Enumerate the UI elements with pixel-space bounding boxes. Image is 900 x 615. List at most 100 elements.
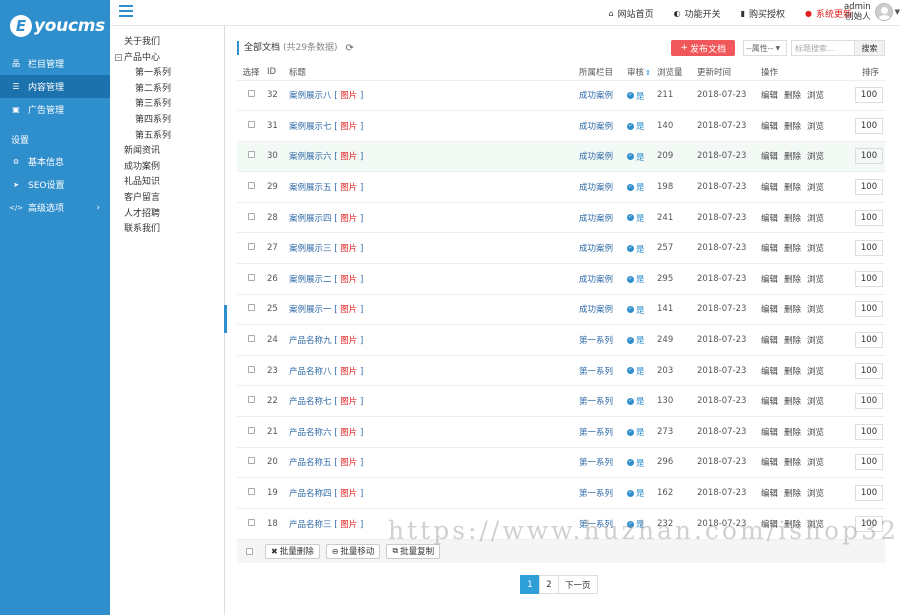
tree-item[interactable]: 礼品知识 [110,175,224,191]
row-checkbox[interactable] [247,518,255,526]
edit-link[interactable]: 编辑 [761,428,778,438]
edit-link[interactable]: 编辑 [761,244,778,254]
sort-order-input[interactable]: 100 [855,393,883,410]
attribute-select[interactable]: --属性-- ▼ [743,40,787,56]
view-link[interactable]: 浏览 [807,305,824,315]
logo[interactable]: E youcms [0,0,110,52]
tree-item[interactable]: 第五系列 [110,129,224,145]
delete-link[interactable]: 删除 [784,428,801,438]
edit-link[interactable]: 编辑 [761,152,778,162]
audit-status[interactable]: ✓ 是 [627,426,645,438]
select-all-checkbox[interactable] [246,547,253,555]
tree-item[interactable]: 第四系列 [110,113,224,129]
row-title-link[interactable]: 案例展示一 [289,305,332,315]
row-category[interactable]: 成功案例 [577,171,625,203]
row-checkbox[interactable] [247,90,255,98]
sort-icon[interactable]: ⇕ [645,69,651,77]
view-link[interactable]: 浏览 [807,152,824,162]
audit-status[interactable]: ✓ 是 [627,212,645,224]
audit-status[interactable]: ✓ 是 [627,487,645,499]
delete-link[interactable]: 删除 [784,275,801,285]
sort-order-input[interactable]: 100 [855,179,883,196]
sort-order-input[interactable]: 100 [855,454,883,471]
view-link[interactable]: 浏览 [807,275,824,285]
sidebar-item-0[interactable]: 品栏目管理 [0,52,110,75]
audit-status[interactable]: ✓ 是 [627,457,645,469]
chevron-down-icon[interactable]: ▼ [895,8,900,16]
delete-link[interactable]: 删除 [784,458,801,468]
delete-link[interactable]: 删除 [784,520,801,530]
delete-link[interactable]: 删除 [784,305,801,315]
delete-link[interactable]: 删除 [784,489,801,499]
row-checkbox[interactable] [247,335,255,343]
row-category[interactable]: 成功案例 [577,232,625,264]
delete-link[interactable]: 删除 [784,367,801,377]
edit-link[interactable]: 编辑 [761,336,778,346]
audit-status[interactable]: ✓ 是 [627,151,645,163]
tree-item[interactable]: 联系我们 [110,222,224,238]
delete-link[interactable]: 删除 [784,183,801,193]
delete-link[interactable]: 删除 [784,91,801,101]
edit-link[interactable]: 编辑 [761,214,778,224]
row-category[interactable]: 第一系列 [577,354,625,386]
user-menu[interactable]: admin 创始人 ▼ [844,2,900,22]
sidebar-settings-item-0[interactable]: ⚙ 基本信息 [0,150,110,173]
header-audit[interactable]: 审核⇕ [625,65,655,80]
audit-status[interactable]: ✓ 是 [627,395,645,407]
view-link[interactable]: 浏览 [807,520,824,530]
delete-link[interactable]: 删除 [784,397,801,407]
row-title-link[interactable]: 产品名称九 [289,336,332,346]
edit-link[interactable]: 编辑 [761,397,778,407]
row-category[interactable]: 第一系列 [577,477,625,509]
collapse-icon[interactable]: − [115,53,122,61]
topbar-link-2[interactable]: ▮ 购买授权 [741,7,785,20]
row-checkbox[interactable] [247,304,255,312]
edit-link[interactable]: 编辑 [761,275,778,285]
row-checkbox[interactable] [247,120,255,128]
page-button-1[interactable]: 1 [520,575,540,594]
sort-order-input[interactable]: 100 [855,270,883,287]
tree-item[interactable]: 第三系列 [110,97,224,113]
audit-status[interactable]: ✓ 是 [627,90,645,102]
tree-item[interactable]: 第二系列 [110,82,224,98]
view-link[interactable]: 浏览 [807,214,824,224]
edit-link[interactable]: 编辑 [761,367,778,377]
sort-order-input[interactable]: 100 [855,485,883,502]
view-link[interactable]: 浏览 [807,336,824,346]
row-title-link[interactable]: 产品名称六 [289,428,332,438]
row-category[interactable]: 成功案例 [577,79,625,111]
tree-item[interactable]: 人才招聘 [110,207,224,223]
bulk-delete-button[interactable]: ✖ 批量删除 [265,543,320,559]
row-checkbox[interactable] [247,212,255,220]
tree-item[interactable]: 成功案例 [110,160,224,176]
sort-order-input[interactable]: 100 [855,209,883,226]
tree-item[interactable]: 第一系列 [110,66,224,82]
row-title-link[interactable]: 案例展示五 [289,183,332,193]
avatar[interactable] [874,3,893,21]
sort-order-input[interactable]: 100 [855,87,883,104]
row-title-link[interactable]: 产品名称七 [289,397,332,407]
audit-status[interactable]: ✓ 是 [627,243,645,255]
audit-status[interactable]: ✓ 是 [627,304,645,316]
row-title-link[interactable]: 案例展示三 [289,244,332,254]
bulk-move-button[interactable]: ⊖ 批量移动 [325,543,381,559]
edit-link[interactable]: 编辑 [761,183,778,193]
panel-splitter-handle[interactable] [224,305,227,333]
row-title-link[interactable]: 案例展示二 [289,275,332,285]
audit-status[interactable]: ✓ 是 [627,518,645,530]
audit-status[interactable]: ✓ 是 [627,273,645,285]
page-button-2[interactable]: 2 [539,575,559,594]
sidebar-settings-item-1[interactable]: ➤ SEO设置 [0,173,110,196]
tree-item[interactable]: − 产品中心 [110,51,224,67]
edit-link[interactable]: 编辑 [761,122,778,132]
row-checkbox[interactable] [247,273,255,281]
tree-item[interactable]: 关于我们 [110,35,224,51]
publish-button[interactable]: + 发布文档 [671,40,735,56]
row-checkbox[interactable] [247,365,255,373]
sidebar-item-2[interactable]: ▣ 广告管理 [0,98,110,121]
sort-order-input[interactable]: 100 [855,117,883,134]
sort-order-input[interactable]: 100 [855,148,883,165]
edit-link[interactable]: 编辑 [761,520,778,530]
sort-order-input[interactable]: 100 [855,362,883,379]
row-checkbox[interactable] [247,151,255,159]
